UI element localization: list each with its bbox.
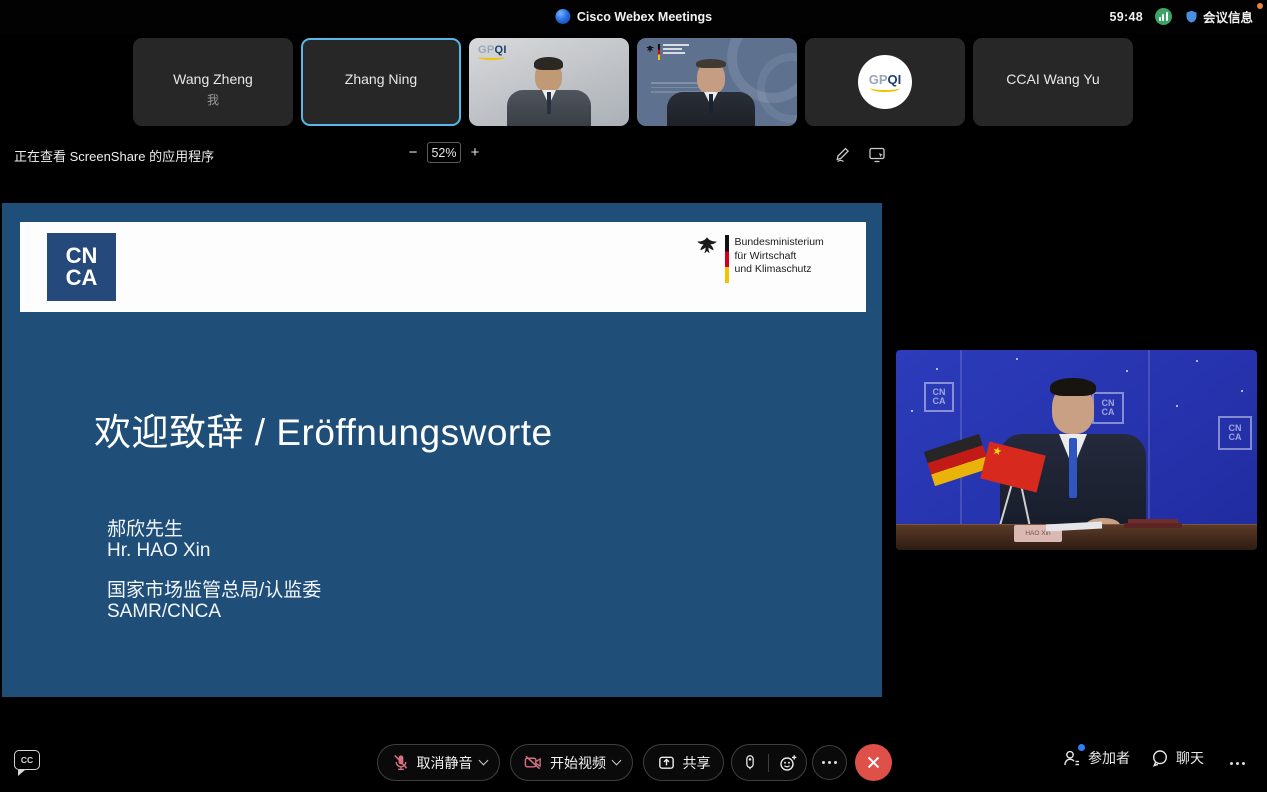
view-options-icon[interactable] [868,145,887,164]
share-button[interactable]: 共享 [643,744,724,781]
more-options-button[interactable] [812,745,847,780]
close-x-icon [867,756,880,769]
start-video-label: 开始视频 [550,753,606,773]
recording-dot [1257,3,1263,9]
more-icon [822,761,825,764]
participant-me-label: 我 [133,91,293,108]
start-video-button[interactable]: 开始视频 [510,744,633,781]
participant-tile-ccai-wang-yu[interactable]: CCAI Wang Yu [973,38,1133,126]
participant-tile-wang-zheng[interactable]: Wang Zheng 我 [133,38,293,126]
cnca-watermark: CNCA [924,382,954,412]
participant-tile-gpqi-logo[interactable]: GPQI [805,38,965,126]
eagle-icon [695,235,719,257]
gpqi-logo: GPQI [478,44,507,60]
participant-tile-video-gpqi-speaker[interactable]: GPQI [469,38,629,126]
bmwk-logo: Bundesministerium für Wirtschaft und Kli… [695,235,824,283]
app-title: Cisco Webex Meetings [577,10,712,24]
menubar: Cisco Webex Meetings 59:48 会议信息 [0,0,1267,33]
org-name-en: SAMR/CNCA [107,601,321,622]
webex-window: Cisco Webex Meetings 59:48 会议信息 Wang Zhe… [0,0,1267,792]
org-name-cn: 国家市场监管总局/认监委 [107,580,321,601]
more-icon [1230,762,1233,765]
chat-label: 聊天 [1176,748,1204,768]
floating-video-window[interactable]: CNCA CNCA CNCA ★ HAO Xin [890,344,1263,556]
cnca-logo: CNCA [47,233,116,301]
participant-name: Wang Zheng [133,71,293,87]
shared-screen-slide: CNCA Bundesministerium für Wirtschaft un… [2,203,882,697]
chevron-down-icon[interactable] [612,756,622,766]
gpqi-logo: GPQI [858,55,912,109]
webex-logo-icon [555,9,570,24]
chat-button[interactable]: 聊天 [1150,748,1204,768]
zoom-out-button[interactable]: − [403,144,423,161]
speaker-name-de: Hr. HAO Xin [107,540,210,561]
unmute-label: 取消静音 [417,753,473,773]
reactions-smiley-icon[interactable] [778,753,798,773]
speaker-name-cn: 郝欣先生 [107,519,210,540]
microphone-muted-icon [391,753,410,772]
recorder-icon[interactable] [741,753,759,772]
zoom-in-button[interactable]: + [465,144,485,161]
participant-tile-zhang-ning[interactable]: Zhang Ning [301,38,461,126]
chat-bubble-icon [1150,748,1170,768]
screenshare-status-text: 正在查看 ScreenShare 的应用程序 [14,146,214,165]
shield-icon [1184,9,1199,25]
meeting-info-button[interactable]: 会议信息 [1184,7,1253,26]
person-hair [696,59,726,68]
person-hair [1050,378,1096,396]
participants-button[interactable]: 参加者 [1062,748,1130,768]
annotate-pen-icon[interactable] [833,145,852,164]
eagle-icon [645,44,655,54]
cnca-watermark: CNCA [1218,416,1252,450]
cnca-watermark: CNCA [1092,392,1124,424]
chevron-down-icon[interactable] [478,756,488,766]
share-label: 共享 [683,753,711,773]
camera-off-icon [523,753,543,772]
share-screen-icon [657,753,676,772]
participant-tile-video-bmwk-speaker[interactable] [637,38,797,126]
bmwk-logo [645,44,689,60]
slide-header-band: CNCA Bundesministerium für Wirtschaft un… [20,222,866,312]
recorder-reactions-group [731,744,807,781]
closed-captions-button[interactable]: CC [14,750,40,770]
zoom-level-value[interactable]: 52% [427,142,461,163]
participants-notification-dot [1078,744,1085,751]
unmute-button[interactable]: 取消静音 [377,744,500,781]
more-panels-button[interactable] [1222,752,1252,774]
participants-label: 参加者 [1088,748,1130,768]
person-hair [534,57,563,70]
selfview-video: CNCA CNCA CNCA ★ HAO Xin [896,350,1257,550]
participants-icon [1062,748,1082,768]
participant-name: Zhang Ning [303,71,459,87]
meeting-info-label: 会议信息 [1203,7,1253,26]
meeting-timer: 59:48 [1110,10,1143,24]
books [1124,523,1182,528]
audio-connected-icon[interactable] [1155,8,1172,25]
participant-name: CCAI Wang Yu [973,71,1133,87]
slide-title: 欢迎致辞 / Eröffnungsworte [94,402,553,456]
app-title-group: Cisco Webex Meetings [555,0,712,33]
leave-meeting-button[interactable] [855,744,892,781]
